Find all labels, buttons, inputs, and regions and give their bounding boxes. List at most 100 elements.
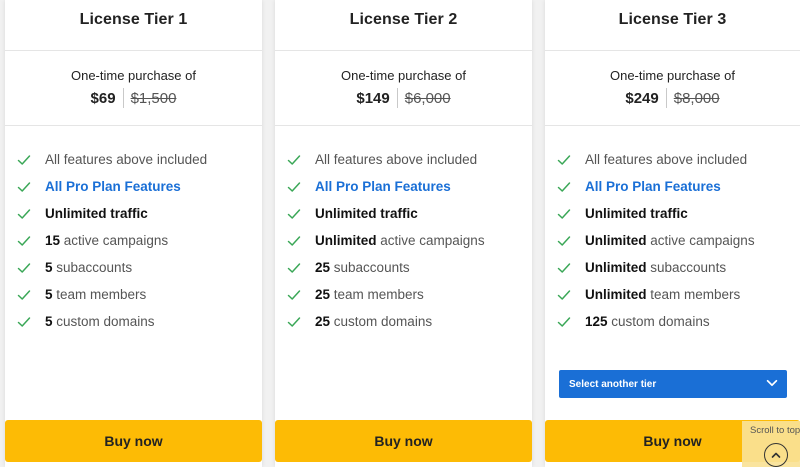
check-icon [557,315,571,329]
check-icon [287,153,301,167]
check-icon [17,261,31,275]
feature-value: Unlimited traffic [45,206,148,221]
feature-value: Unlimited [585,260,647,275]
feature-item: All features above included [287,146,532,173]
feature-label: active campaigns [646,233,755,248]
card-header: License Tier 1 [5,0,262,51]
feature-text: 125 custom domains [585,314,710,329]
check-icon [557,180,571,194]
buy-now-button[interactable]: Buy now [5,420,262,462]
feature-item: 5 team members [17,281,262,308]
feature-item: Unlimited subaccounts [557,254,800,281]
card-title: License Tier 2 [349,11,458,28]
feature-item: All Pro Plan Features [17,173,262,200]
feature-value: 25 [315,314,331,329]
check-icon [17,288,31,302]
feature-label: subaccounts [330,260,410,275]
card-header: License Tier 3 [545,0,800,51]
feature-label: subaccounts [52,260,133,275]
pro-plan-features-link[interactable]: All Pro Plan Features [45,179,181,194]
card-title: License Tier 3 [618,11,727,28]
check-icon [17,315,31,329]
feature-text: All features above included [585,152,747,167]
feature-label: team members [646,287,741,302]
check-icon [287,180,301,194]
feature-list: All features above included All Pro Plan … [545,126,800,335]
price-line: $149 $6,000 [275,88,532,108]
feature-label: custom domains [607,314,710,329]
feature-item: 5 subaccounts [17,254,262,281]
feature-value: 25 [315,287,331,302]
feature-value: Unlimited [585,287,647,302]
feature-item: Unlimited traffic [557,200,800,227]
feature-text: Unlimited traffic [315,206,418,221]
feature-text: All Pro Plan Features [315,179,451,194]
feature-item: 25 team members [287,281,532,308]
check-icon [287,234,301,248]
feature-label: subaccounts [646,260,727,275]
price-box: One-time purchase of $149 $6,000 [275,51,532,126]
pricing-card-tier-3: License Tier 3 One-time purchase of $249… [545,0,800,467]
feature-item: 125 custom domains [557,308,800,335]
feature-text: Unlimited traffic [585,206,688,221]
feature-item: All Pro Plan Features [287,173,532,200]
price-box: One-time purchase of $249 $8,000 [545,51,800,126]
feature-list: All features above included All Pro Plan … [275,126,532,335]
feature-item: All features above included [17,146,262,173]
feature-text: 25 subaccounts [315,260,410,275]
feature-text: All Pro Plan Features [45,179,181,194]
feature-label: All features above included [585,152,748,167]
tier-select-label: Select another tier [569,378,657,390]
price-original: $8,000 [673,89,720,107]
price-current: $149 [356,89,390,107]
scroll-to-top-button[interactable]: Scroll to top [742,421,800,467]
feature-value: Unlimited traffic [315,206,418,221]
pro-plan-features-link[interactable]: All Pro Plan Features [585,179,721,194]
feature-item: 5 custom domains [17,308,262,335]
feature-label: team members [330,287,424,302]
price-line: $69 $1,500 [5,88,262,108]
feature-text: Unlimited active campaigns [585,233,755,248]
check-icon [557,261,571,275]
feature-item: 25 custom domains [287,308,532,335]
chevron-down-icon [765,376,779,393]
feature-label: custom domains [52,314,155,329]
feature-value: Unlimited traffic [585,206,688,221]
select-another-tier-dropdown[interactable]: Select another tier [559,370,787,398]
feature-text: All Pro Plan Features [585,179,721,194]
feature-item: All Pro Plan Features [557,173,800,200]
feature-label: team members [52,287,147,302]
feature-value: Unlimited [315,233,377,248]
feature-label: active campaigns [376,233,485,248]
feature-value: 5 [45,287,53,302]
price-caption: One-time purchase of [609,68,735,83]
buy-now-button[interactable]: Buy now [275,420,532,462]
feature-text: 5 custom domains [45,314,155,329]
feature-item: 15 active campaigns [17,227,262,254]
feature-value: 125 [585,314,608,329]
feature-item: Unlimited active campaigns [557,227,800,254]
price-divider [396,88,398,108]
feature-label: active campaigns [60,233,169,248]
feature-item: 25 subaccounts [287,254,532,281]
feature-text: 25 custom domains [315,314,432,329]
feature-label: All features above included [315,152,478,167]
check-icon [17,153,31,167]
feature-text: 15 active campaigns [45,233,168,248]
feature-text: Unlimited traffic [45,206,148,221]
feature-text: All features above included [315,152,477,167]
pricing-card-tier-1: License Tier 1 One-time purchase of $69 … [5,0,262,467]
price-divider [122,88,124,108]
pro-plan-features-link[interactable]: All Pro Plan Features [315,179,451,194]
feature-value: 5 [45,260,53,275]
check-icon [287,261,301,275]
feature-item: Unlimited active campaigns [287,227,532,254]
card-header: License Tier 2 [275,0,532,51]
price-original: $6,000 [404,89,451,107]
price-divider [665,88,667,108]
check-icon [287,315,301,329]
feature-item: Unlimited traffic [287,200,532,227]
feature-value: 15 [45,233,61,248]
feature-value: 25 [315,260,331,275]
price-current: $69 [90,89,116,107]
